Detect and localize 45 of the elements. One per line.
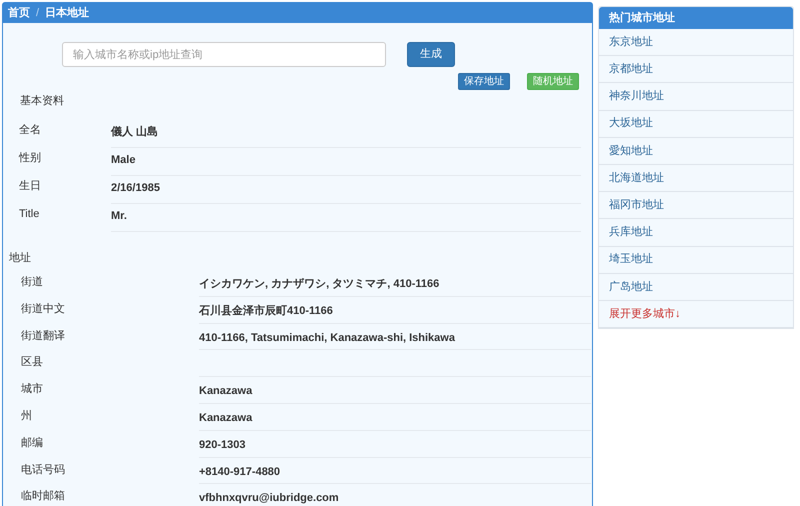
action-button[interactable]: 保存地址 <box>458 73 510 90</box>
city-link[interactable]: 愛知地址 <box>599 138 793 165</box>
field-value: 2/16/1985 <box>111 182 160 194</box>
city-link[interactable]: 福冈市地址 <box>599 192 793 220</box>
field-label: 州 <box>20 408 33 424</box>
field-value: 920-1303 <box>199 438 246 451</box>
city-link[interactable]: 埼玉地址 <box>599 246 793 274</box>
field-value: Mr. <box>111 210 127 222</box>
field-label: 邮编 <box>20 436 44 451</box>
breadcrumb-separator: / <box>36 6 40 21</box>
field-label: 街道中文 <box>20 302 66 317</box>
field-value: 410-1166, Tatsumimachi, Kanazawa-shi, Ishikawa <box>199 332 455 344</box>
field-label: 街道翻译 <box>20 328 66 344</box>
city-link[interactable]: 兵库地址 <box>599 219 793 246</box>
sidebar-title: 热门城市地址 <box>599 7 793 29</box>
field-label: 全名 <box>18 122 42 138</box>
field-label: Title <box>18 206 40 222</box>
city-link[interactable]: 广岛地址 <box>599 274 793 301</box>
field-value: Kanazawa <box>199 385 252 398</box>
section-title: 基本资料 <box>19 94 64 109</box>
field-label: 街道 <box>20 275 44 290</box>
field-value: +8140-917-4880 <box>199 466 280 478</box>
more-cities-link[interactable]: 展开更多城市↓ <box>599 300 793 328</box>
city-link[interactable]: 北海道地址 <box>599 164 793 192</box>
field-label: 城市 <box>20 382 44 398</box>
field-label: 电话号码 <box>20 462 66 478</box>
field-value: 儀人 山島 <box>111 126 158 138</box>
field-value: イシカワケン, カナザワシ, タツミマチ, 410-1166 <box>199 278 440 290</box>
field-label: 生日 <box>18 178 42 194</box>
city-link[interactable]: 大坂地址 <box>599 110 793 138</box>
breadcrumb-link[interactable]: 首页 <box>8 4 30 22</box>
field-label: 临时邮箱 <box>20 489 66 504</box>
breadcrumb-link[interactable]: 日本地址 <box>45 4 90 22</box>
field-value: 石川县金泽市辰町410-1166 <box>199 304 333 317</box>
city-link[interactable]: 东京地址 <box>599 29 793 56</box>
field-label: 区县 <box>20 355 44 370</box>
field-value: vfbhnxqvru@iubridge.com <box>199 492 339 504</box>
field-label: 性别 <box>18 150 42 166</box>
search-field[interactable]: 输入城市名称或ip地址查询 <box>62 42 386 67</box>
field-value: Kanazawa <box>199 412 252 424</box>
field-value: Male <box>111 154 136 166</box>
section-title: 地址 <box>8 250 31 266</box>
generate-button[interactable]: 生成 <box>407 42 455 67</box>
city-link[interactable]: 京都地址 <box>599 56 793 84</box>
city-link[interactable]: 神奈川地址 <box>599 83 793 111</box>
